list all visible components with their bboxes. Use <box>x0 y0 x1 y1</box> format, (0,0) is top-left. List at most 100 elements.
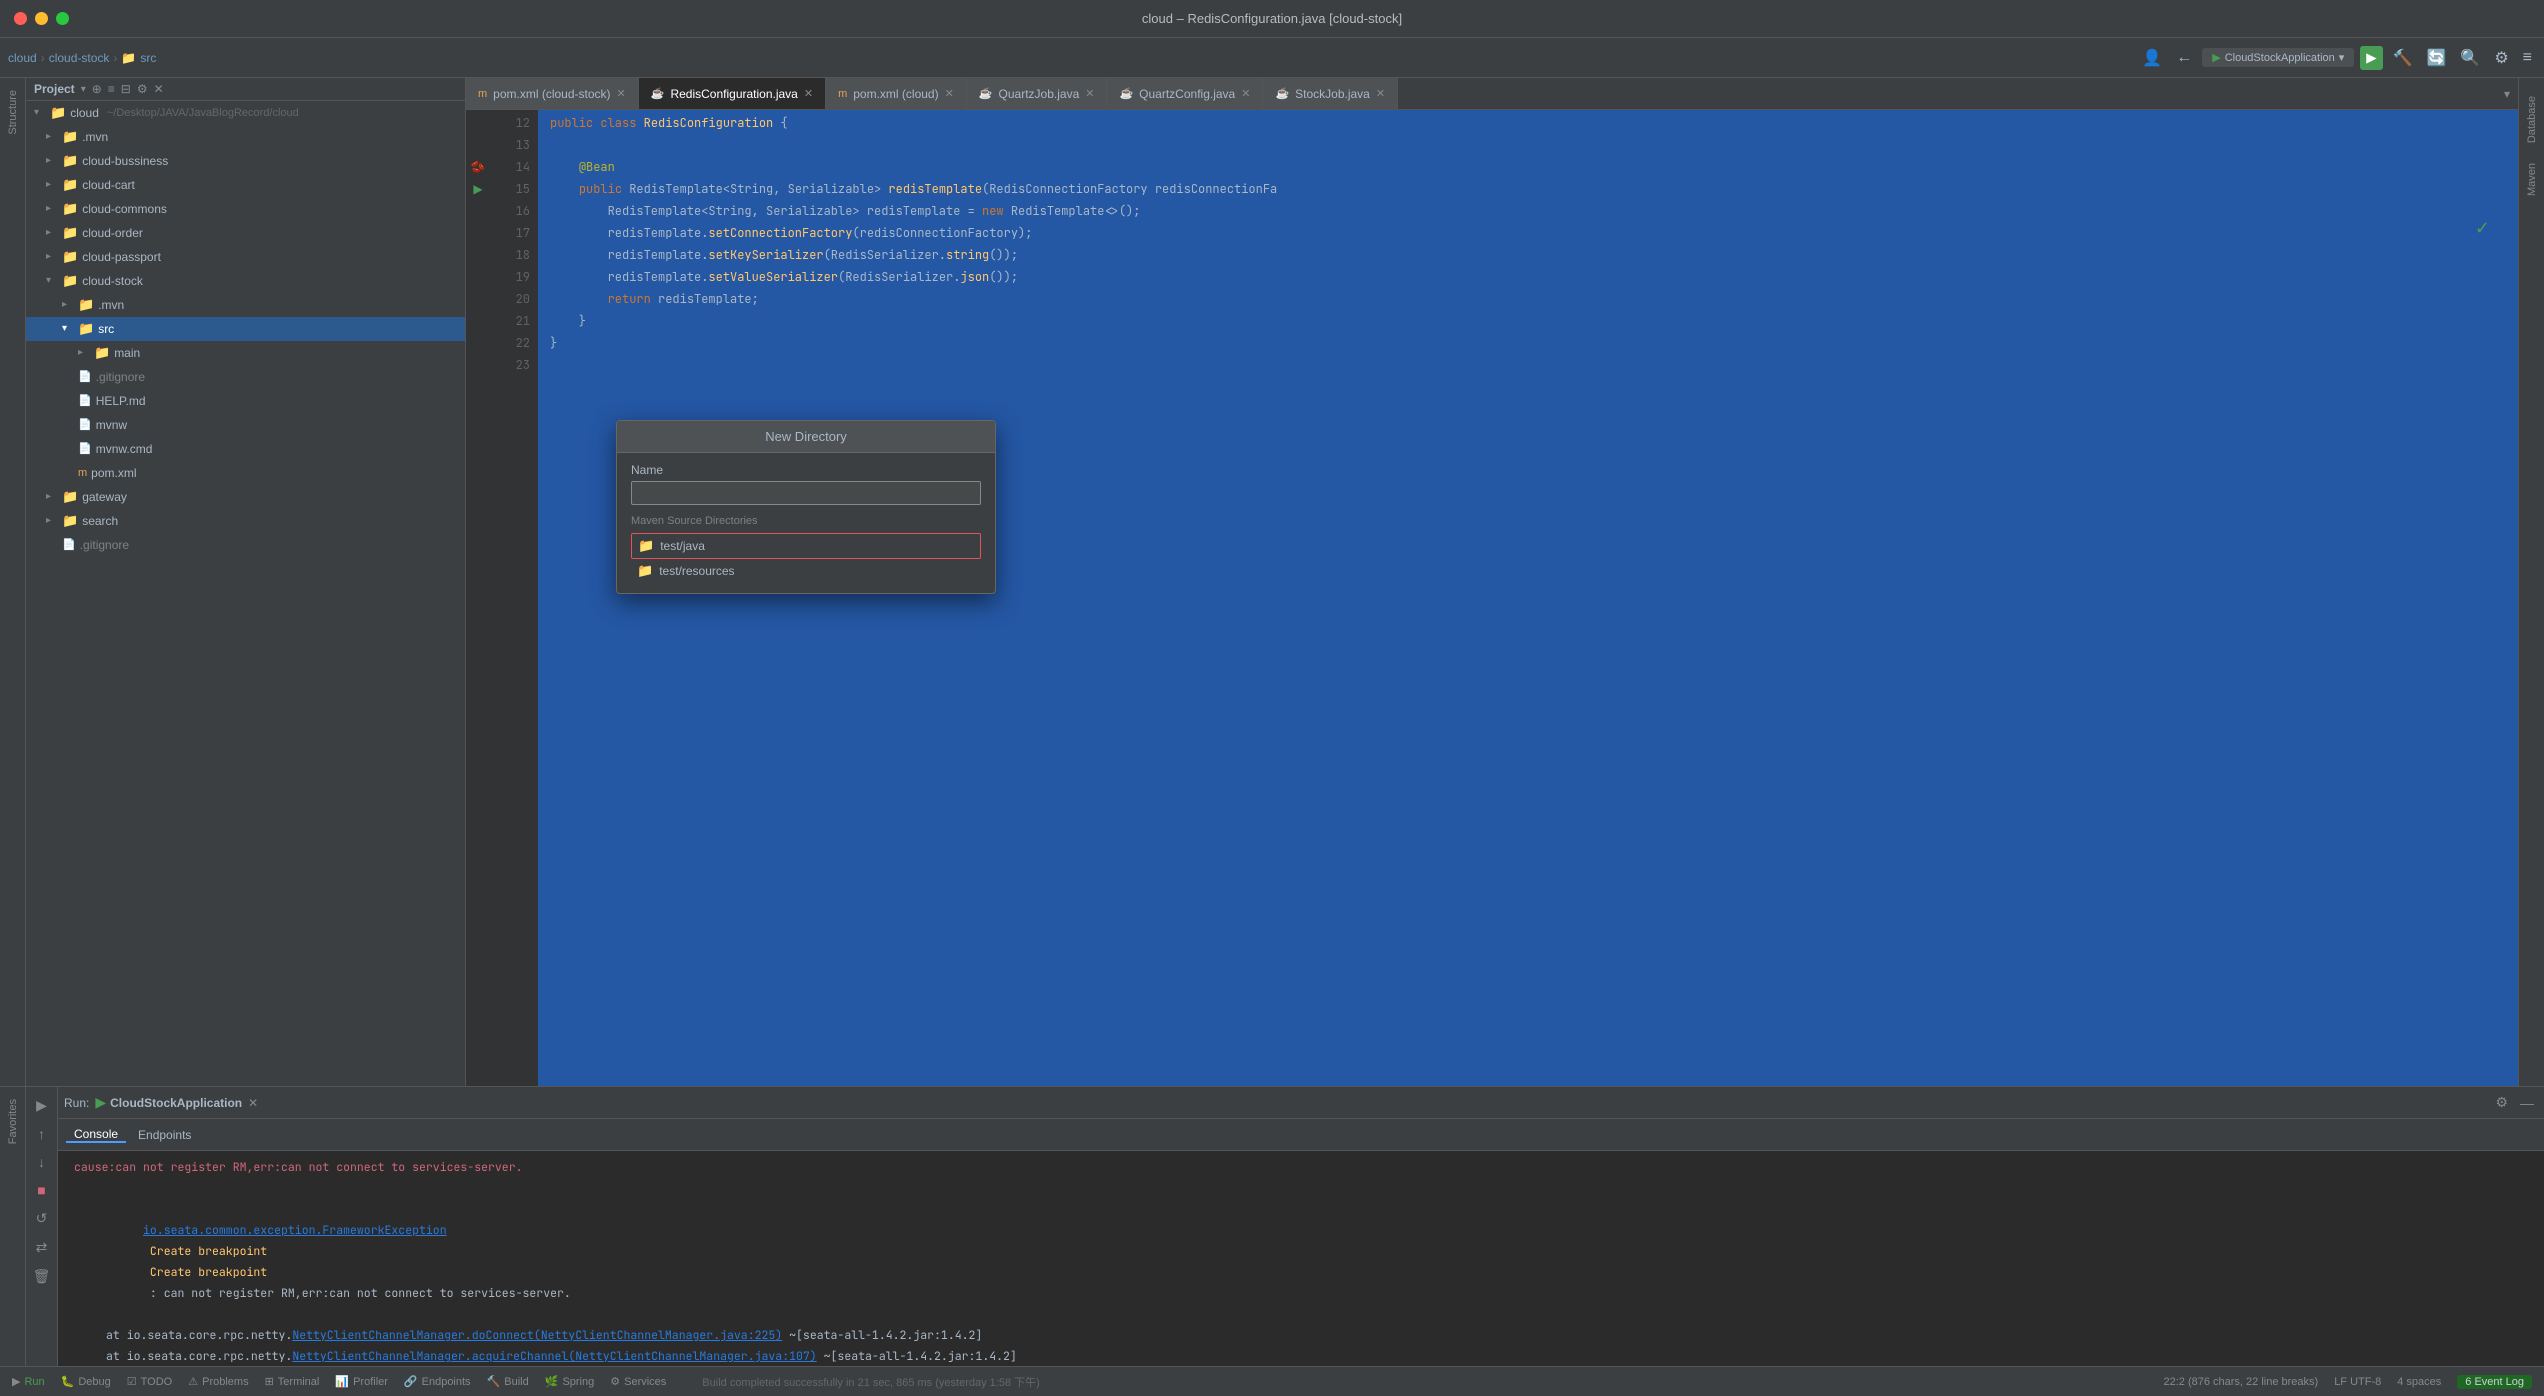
clear-btn[interactable]: 🗑 <box>29 1264 55 1289</box>
tab-pom-cloud-stock[interactable]: m pom.xml (cloud-stock) ✕ <box>466 78 639 110</box>
gutter-15-run[interactable]: ▶ <box>466 178 490 200</box>
link-netty-1[interactable]: NettyClientChannelManager.doConnect(Nett… <box>292 1328 782 1343</box>
endpoints-tab[interactable]: Endpoints <box>130 1128 199 1142</box>
run-status-item[interactable]: ▶ Run <box>12 1375 45 1388</box>
create-breakpoint-2[interactable]: Create breakpoint <box>143 1265 267 1280</box>
tab-close-quartz[interactable]: ✕ <box>1085 87 1094 100</box>
collapse-icon[interactable]: ≡ <box>108 82 115 96</box>
tree-item-stock-mvn[interactable]: 📁 .mvn <box>26 293 465 317</box>
tree-item-cloud[interactable]: 📁 cloud ~/Desktop/JAVA/JavaBlogRecord/cl… <box>26 101 465 125</box>
minimize-run-btn[interactable]: — <box>2516 1091 2538 1115</box>
settings-icon[interactable]: ⚙ <box>137 82 148 96</box>
tree-item-help[interactable]: 📄 HELP.md <box>26 389 465 413</box>
build-status-text: Build completed successfully in 21 sec, … <box>702 1374 1039 1390</box>
gutter-14-bean[interactable]: 🫘 <box>466 156 490 178</box>
maven-tab[interactable]: Maven <box>2522 153 2542 206</box>
tab-pom-cloud[interactable]: m pom.xml (cloud) ✕ <box>826 78 967 110</box>
tabs-more-button[interactable]: ▾ <box>2496 87 2518 101</box>
tab-stock-job[interactable]: ☕ StockJob.java ✕ <box>1263 78 1398 110</box>
breadcrumb-cloud[interactable]: cloud <box>8 51 37 65</box>
tab-redis-config[interactable]: ☕ RedisConfiguration.java ✕ <box>639 78 826 110</box>
tree-item-search[interactable]: 📁 search <box>26 509 465 533</box>
services-status-item[interactable]: ⚙ Services <box>610 1375 666 1388</box>
create-breakpoint-1[interactable]: Create breakpoint <box>143 1244 274 1259</box>
tree-item-cloud-commons[interactable]: 📁 cloud-commons <box>26 197 465 221</box>
run-app-icon: ▶ <box>95 1094 106 1111</box>
console-tab[interactable]: Console <box>66 1127 126 1143</box>
tree-item-gitignore-root[interactable]: 📄 .gitignore <box>26 533 465 557</box>
framework-exception-link[interactable]: io.seata.common.exception.FrameworkExcep… <box>143 1223 447 1238</box>
project-sidebar: Project ▾ ⊕ ≡ ⊟ ⚙ ✕ 📁 cloud ~/Desktop/JA… <box>26 78 466 1086</box>
link-netty-2[interactable]: NettyClientChannelManager.acquireChannel… <box>292 1349 816 1364</box>
tab-close-pom-cloud[interactable]: ✕ <box>945 87 954 100</box>
navbar: cloud › cloud-stock › 📁 src 👤 ← ▶ CloudS… <box>0 38 2544 78</box>
close-button[interactable] <box>14 12 27 25</box>
close-panel-icon[interactable]: ✕ <box>154 82 164 96</box>
breadcrumb-cloud-stock[interactable]: cloud-stock <box>49 51 110 65</box>
maximize-button[interactable] <box>56 12 69 25</box>
structure-tab[interactable]: Structure <box>3 78 23 147</box>
tree-item-mvnw-cmd[interactable]: 📄 mvnw.cmd <box>26 437 465 461</box>
problems-status-item[interactable]: ⚠ Problems <box>188 1375 248 1388</box>
window-controls[interactable] <box>14 12 69 25</box>
event-log[interactable]: 6 Event Log <box>2457 1375 2532 1389</box>
minimize-button[interactable] <box>35 12 48 25</box>
profile-button[interactable]: 👤 <box>2138 44 2166 72</box>
tree-item-cloud-bussiness[interactable]: 📁 cloud-bussiness <box>26 149 465 173</box>
tree-item-cloud-order[interactable]: 📁 cloud-order <box>26 221 465 245</box>
tree-item-gateway[interactable]: 📁 gateway <box>26 485 465 509</box>
todo-status-item[interactable]: ☑ TODO <box>127 1375 172 1388</box>
tree-item-main[interactable]: 📁 main <box>26 341 465 365</box>
code-editor[interactable]: public class RedisConfiguration { @Bean … <box>538 110 2518 1086</box>
tab-close-redis[interactable]: ✕ <box>804 87 813 100</box>
favorites-tab[interactable]: Favorites <box>3 1087 23 1156</box>
popup-name-input[interactable] <box>631 481 981 505</box>
indent-info[interactable]: 4 spaces <box>2397 1376 2441 1388</box>
settings-button[interactable]: ⚙ <box>2490 44 2512 72</box>
tab-quartz-config[interactable]: ☕ QuartzConfig.java ✕ <box>1107 78 1263 110</box>
build-status-item[interactable]: 🔨 Build <box>487 1375 529 1388</box>
tree-item-pom-stock[interactable]: m pom.xml <box>26 461 465 485</box>
wrap-btn[interactable]: ⇄ <box>32 1235 52 1260</box>
tree-item-cloud-passport[interactable]: 📁 cloud-passport <box>26 245 465 269</box>
database-tab[interactable]: Database <box>2522 86 2542 153</box>
project-dropdown-icon[interactable]: ▾ <box>81 84 86 95</box>
filter-icon[interactable]: ⊟ <box>121 82 131 96</box>
endpoints-status-item[interactable]: 🔗 Endpoints <box>404 1375 471 1388</box>
spring-status-item[interactable]: 🌿 Spring <box>545 1375 595 1388</box>
stop-btn[interactable]: ■ <box>33 1178 49 1202</box>
search-button[interactable]: 🔍 <box>2456 44 2484 72</box>
tree-item-mvnw[interactable]: 📄 mvnw <box>26 413 465 437</box>
run-close-btn[interactable]: ✕ <box>248 1096 258 1110</box>
tree-item-src[interactable]: 📁 src <box>26 317 465 341</box>
debug-status-item[interactable]: 🐛 Debug <box>61 1375 111 1388</box>
tree-item-gitignore-stock[interactable]: 📄 .gitignore <box>26 365 465 389</box>
scroll-down-btn[interactable]: ↓ <box>34 1150 49 1174</box>
tab-close-quartz-config[interactable]: ✕ <box>1241 87 1250 100</box>
run-button[interactable]: ▶ <box>2360 46 2382 70</box>
breadcrumb-src[interactable]: src <box>140 51 156 65</box>
position-info[interactable]: 22:2 (876 chars, 22 line breaks) <box>2163 1376 2318 1388</box>
back-button[interactable]: ← <box>2172 45 2196 71</box>
tree-item-cloud-cart[interactable]: 📁 cloud-cart <box>26 173 465 197</box>
settings-run-btn[interactable]: ⚙ <box>2491 1090 2512 1115</box>
code-line-12: public class RedisConfiguration { <box>550 112 2506 134</box>
profiler-status-item[interactable]: 📊 Profiler <box>335 1375 388 1388</box>
run-icon-btn[interactable]: ▶ <box>32 1093 51 1118</box>
tree-item-cloud-stock[interactable]: 📁 cloud-stock <box>26 269 465 293</box>
tab-close-pom-stock[interactable]: ✕ <box>617 87 626 100</box>
terminal-status-item[interactable]: ⊞ Terminal <box>265 1375 320 1388</box>
popup-option-test-java[interactable]: 📁 test/java <box>631 533 981 559</box>
encoding-info[interactable]: LF UTF-8 <box>2334 1376 2381 1388</box>
tree-item-mvn[interactable]: 📁 .mvn <box>26 125 465 149</box>
more-button[interactable]: ≡ <box>2519 45 2536 71</box>
update-button[interactable]: 🔄 <box>2422 44 2450 72</box>
build-button[interactable]: 🔨 <box>2389 44 2417 72</box>
run-config-dropdown[interactable]: ▶ CloudStockApplication ▾ <box>2202 48 2354 67</box>
tab-close-stock[interactable]: ✕ <box>1376 87 1385 100</box>
tab-quartz-job[interactable]: ☕ QuartzJob.java ✕ <box>967 78 1108 110</box>
scroll-up-btn[interactable]: ↑ <box>34 1122 49 1146</box>
rerun-btn[interactable]: ↺ <box>32 1206 52 1231</box>
popup-option-test-resources[interactable]: 📁 test/resources <box>631 559 981 583</box>
locate-icon[interactable]: ⊕ <box>92 82 102 96</box>
